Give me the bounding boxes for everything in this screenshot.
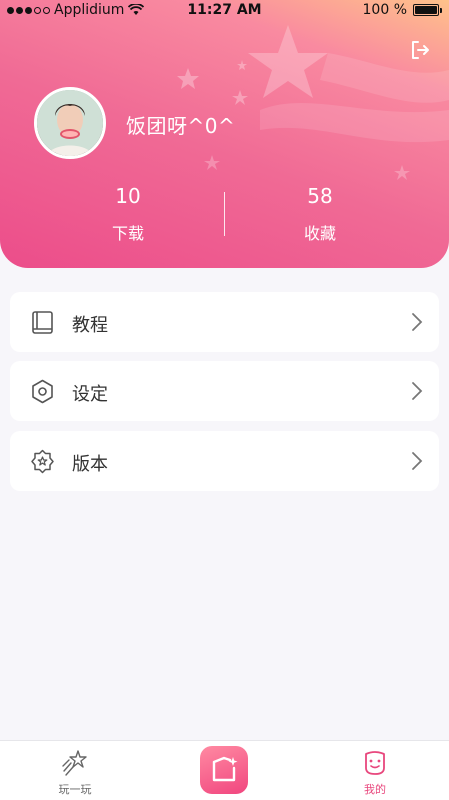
battery-group: 100 % xyxy=(362,2,442,18)
tab-label-mine: 我的 xyxy=(364,783,386,796)
book-icon xyxy=(32,311,53,334)
downloads-label: 下载 xyxy=(111,224,144,243)
menu-item-tutorial[interactable]: 教程 xyxy=(10,292,439,352)
profile-screen: Applidium 11:27 AM 100 % 饭团呀^0^ 10 下载 58… xyxy=(0,0,449,800)
battery-level xyxy=(415,6,437,14)
menu-item-version[interactable]: 版本 xyxy=(10,431,439,491)
stats-divider xyxy=(224,192,225,236)
menu-label-tutorial: 教程 xyxy=(72,315,108,336)
avatar[interactable] xyxy=(34,87,106,159)
create-button[interactable] xyxy=(200,746,248,794)
profile-header: Applidium 11:27 AM 100 % 饭团呀^0^ 10 下载 58… xyxy=(0,0,449,268)
menu-label-version: 版本 xyxy=(72,454,108,475)
tab-mine[interactable]: 我的 xyxy=(330,749,420,797)
tab-play[interactable]: 玩一玩 xyxy=(30,749,120,797)
battery-percent: 100 % xyxy=(362,2,407,18)
downloads-count: 10 xyxy=(115,184,141,208)
status-bar: Applidium 11:27 AM 100 % xyxy=(0,0,449,22)
avatar-image xyxy=(37,90,103,156)
create-icon xyxy=(212,756,238,782)
chevron-right-icon xyxy=(412,452,423,470)
shooting-star-icon xyxy=(62,750,87,776)
username: 饭团呀^0^ xyxy=(126,114,236,138)
logout-icon[interactable] xyxy=(408,38,432,62)
badge-star-icon xyxy=(31,449,54,474)
chevron-right-icon xyxy=(412,313,423,331)
favorites-count: 58 xyxy=(307,184,333,208)
battery-icon xyxy=(413,4,442,16)
menu-item-settings[interactable]: 设定 xyxy=(10,361,439,421)
tab-label-play: 玩一玩 xyxy=(58,783,92,796)
downloads-stat[interactable]: 10 下载 xyxy=(48,184,208,244)
favorites-stat[interactable]: 58 收藏 xyxy=(240,184,400,244)
hexagon-settings-icon xyxy=(32,379,53,404)
favorites-label: 收藏 xyxy=(303,224,336,243)
menu-label-settings: 设定 xyxy=(72,384,108,405)
chevron-right-icon xyxy=(412,382,423,400)
smiley-face-icon xyxy=(365,751,385,775)
